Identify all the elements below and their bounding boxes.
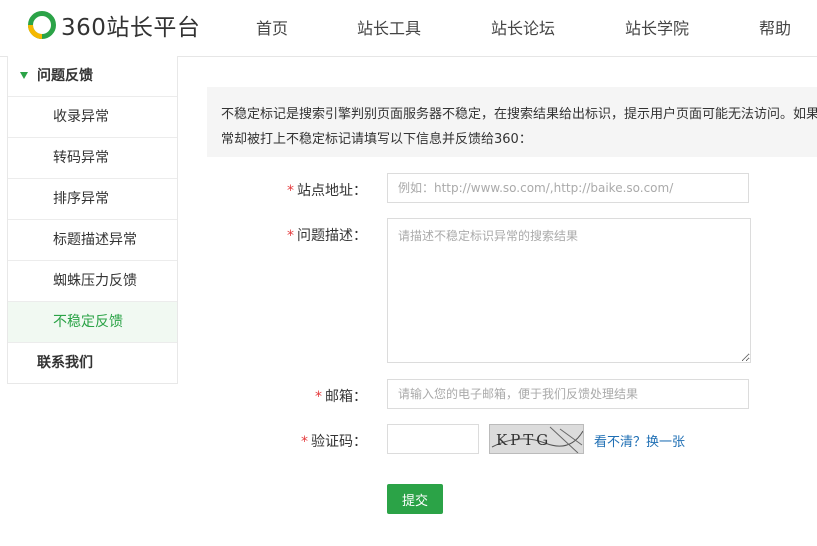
notice-box: 不稳定标记是搜索引擎判别页面服务器不稳定，在搜索结果给出标识，提示用户页面可能无… — [207, 87, 817, 157]
nav-home[interactable]: 首页 — [256, 15, 288, 39]
captcha-input[interactable] — [387, 424, 479, 454]
required-mark: * — [287, 228, 294, 244]
captcha-text: KPTG — [496, 431, 551, 449]
nav-academy[interactable]: 站长学院 — [625, 15, 689, 39]
captcha-label: * 验证码： — [301, 434, 367, 450]
sidebar: 问题反馈 收录异常 转码异常 排序异常 标题描述异常 蜘蛛压力反馈 不稳定反馈 … — [7, 56, 178, 384]
captcha-refresh-link[interactable]: 看不清？换一张 — [594, 431, 685, 450]
notice-line-2: 常却被打上不稳定标记请填写以下信息并反馈给360： — [221, 132, 532, 147]
problem-description-textarea[interactable] — [387, 218, 751, 363]
email-label: * 邮箱： — [315, 389, 367, 405]
notice-line-1: 不稳定标记是搜索引擎判别页面服务器不稳定，在搜索结果给出标识，提示用户页面可能无… — [221, 107, 817, 122]
nav-tools[interactable]: 站长工具 — [357, 15, 421, 39]
desc-label: * 问题描述： — [287, 228, 367, 244]
logo-ring-icon — [28, 11, 56, 39]
nav-forum[interactable]: 站长论坛 — [491, 15, 555, 39]
sidebar-item-ranking[interactable]: 排序异常 — [8, 179, 177, 220]
sidebar-item-title-desc[interactable]: 标题描述异常 — [8, 220, 177, 261]
site-logo[interactable]: 360站长平台 — [27, 9, 200, 41]
site-url-input[interactable] — [387, 173, 749, 203]
email-input[interactable] — [387, 379, 749, 409]
sidebar-item-spider-pressure[interactable]: 蜘蛛压力反馈 — [8, 261, 177, 302]
required-mark: * — [315, 389, 322, 405]
logo-text: 360站长平台 — [61, 15, 201, 41]
triangle-down-icon — [20, 72, 28, 79]
sidebar-section-title: 问题反馈 — [37, 68, 93, 84]
captcha-noise-icon: KPTG — [491, 426, 583, 453]
required-mark: * — [301, 434, 308, 450]
sidebar-section-feedback[interactable]: 问题反馈 — [8, 56, 177, 97]
sidebar-item-contact[interactable]: 联系我们 — [8, 343, 177, 383]
top-header: 360站长平台 首页 站长工具 站长论坛 站长学院 帮助 — [0, 0, 817, 57]
captcha-image[interactable]: KPTG — [489, 424, 584, 454]
submit-button[interactable]: 提交 — [387, 484, 443, 514]
sidebar-item-transcoding[interactable]: 转码异常 — [8, 138, 177, 179]
sidebar-item-indexing[interactable]: 收录异常 — [8, 97, 177, 138]
sidebar-item-unstable[interactable]: 不稳定反馈 — [8, 302, 177, 343]
site-label: * 站点地址： — [287, 183, 367, 199]
nav-help[interactable]: 帮助 — [759, 15, 791, 39]
required-mark: * — [287, 183, 294, 199]
